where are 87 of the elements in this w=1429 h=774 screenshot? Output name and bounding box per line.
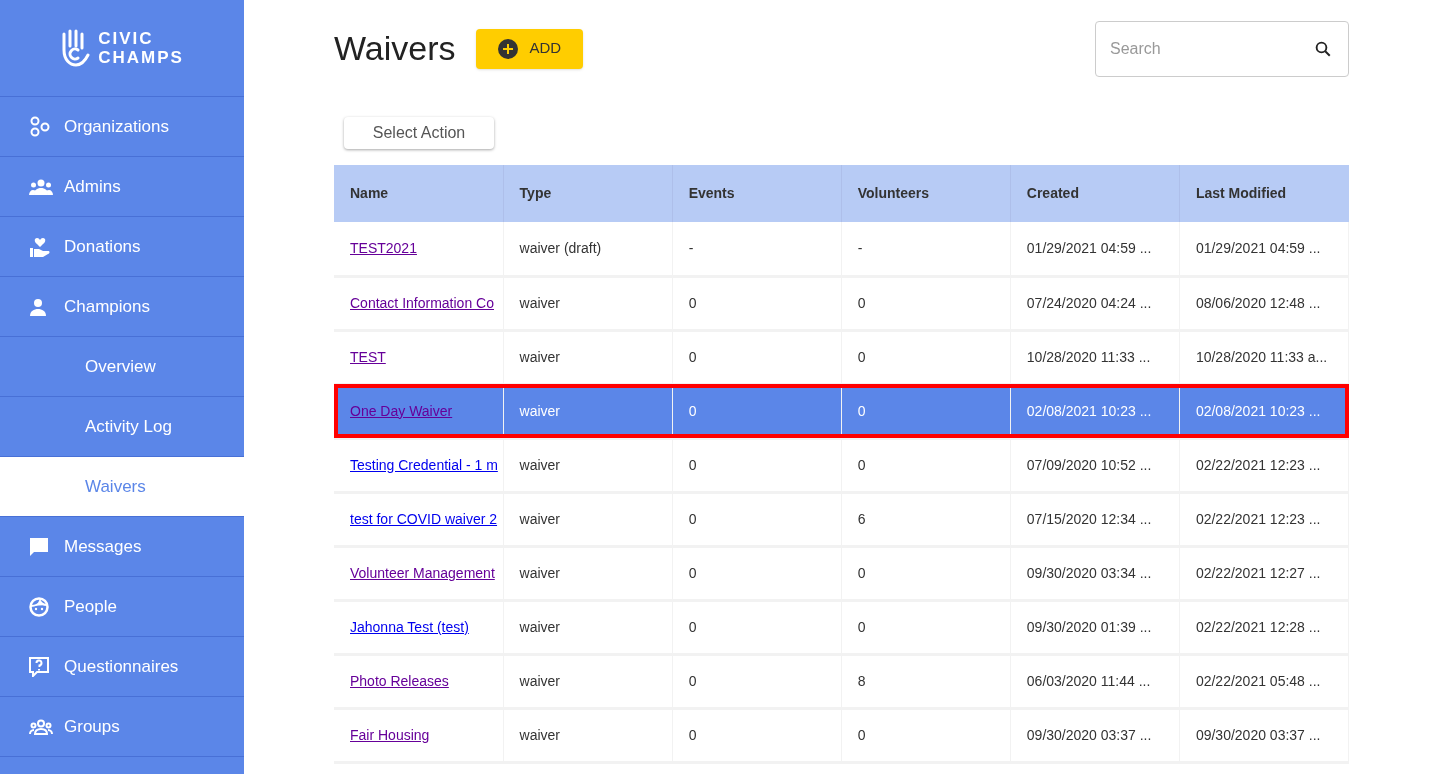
table-cell: 0 [672,600,842,654]
table-cell: 09/30/2020 01:39 ... [1010,600,1180,654]
table-cell: waiver [503,492,673,546]
table-cell: 02/08/2021 10:23 ... [1179,384,1349,438]
heart-hand-icon [29,235,51,258]
table-cell: 0 [841,276,1011,330]
table-cell: - [672,222,842,276]
waiver-link[interactable]: Photo Releases [350,672,449,689]
table-cell: waiver [503,708,673,762]
column-header[interactable]: Last Modified [1179,165,1349,222]
table-cell: waiver [503,384,673,438]
table-cell: 02/22/2021 12:23 ... [1179,438,1349,492]
people-icon [29,718,53,735]
logo-text: CHAMPS [98,48,184,67]
people-icon [29,178,53,195]
table-cell: 07/09/2020 10:52 ... [1010,438,1180,492]
table-cell: waiver (draft) [503,222,673,276]
waiver-link[interactable]: Contact Information Co [350,294,494,311]
table-cell: 0 [841,438,1011,492]
table-cell: 07/24/2020 04:24 ... [1010,276,1180,330]
table-cell: 02/22/2021 12:27 ... [1179,546,1349,600]
table-cell: 09/30/2020 03:37 ... [1010,708,1180,762]
table-cell: 0 [841,708,1011,762]
table-row[interactable]: Volunteer Management waiver 0 0 09/30/2020 03:34 ... 02/22/2021 12:27 ... [334,546,1349,600]
column-header[interactable]: Name [334,165,504,222]
select-action-button[interactable]: Select Action [344,117,494,149]
waiver-link[interactable]: Testing Credential - 1 m [350,456,498,473]
table-cell: 02/22/2021 05:48 ... [1179,654,1349,708]
column-header[interactable]: Type [503,165,673,222]
table-cell: 0 [672,438,842,492]
table-cell: 0 [841,600,1011,654]
table-cell: waiver [503,438,673,492]
table-cell: waiver [503,654,673,708]
table-cell: 01/29/2021 04:59 ... [1179,222,1349,276]
table-cell: 09/30/2020 03:37 ... [1179,708,1349,762]
page-title: Waivers [334,28,456,69]
plus-circle-icon [497,38,518,59]
column-header[interactable]: Events [672,165,842,222]
table-row[interactable]: Testing Credential - 1 m waiver 0 0 07/09/2020 10:52 ... 02/22/2021 12:23 ... [334,438,1349,492]
search-icon [1314,39,1332,58]
table-cell: 8 [841,654,1011,708]
face-icon [29,596,49,617]
table-row[interactable]: Contact Information Co waiver 0 0 07/24/2020 04:24 ... 08/06/2020 12:48 ... [334,276,1349,330]
table-cell: 02/08/2021 10:23 ... [1010,384,1180,438]
table-row[interactable]: Jahonna Test (test) waiver 0 0 09/30/2020 01:39 ... 02/22/2021 12:28 ... [334,600,1349,654]
sidebar-item[interactable]: Waivers [0,457,244,517]
table-cell: 0 [841,546,1011,600]
table-cell: 09/30/2020 03:34 ... [1010,546,1180,600]
table-cell: 07/15/2020 12:34 ... [1010,492,1180,546]
person-icon [29,297,47,316]
search-field[interactable]: Search [1095,20,1349,77]
column-header[interactable]: Volunteers [841,165,1011,222]
table-row[interactable]: Fair Housing waiver 0 0 09/30/2020 03:37 ... 09/30/2020 03:37 ... [334,708,1349,762]
table-cell: 06/03/2020 11:44 ... [1010,654,1180,708]
table-row[interactable]: Photo Releases waiver 0 8 06/03/2020 11:44 ... 02/22/2021 05:48 ... [334,654,1349,708]
table-cell: 6 [841,492,1011,546]
table-row[interactable]: TEST2021 waiver (draft) - - 01/29/2021 04:59 ... 01/29/2021 04:59 ... [334,222,1349,276]
waiver-link[interactable]: test for COVID waiver 2 [350,510,498,527]
circles-icon [29,115,51,138]
table-cell: 0 [841,384,1011,438]
table-cell: waiver [503,600,673,654]
table-cell: 08/06/2020 12:48 ... [1179,276,1349,330]
question-bubble-icon [29,656,49,677]
table-cell: waiver [503,276,673,330]
waiver-link[interactable]: Jahonna Test (test) [350,618,469,635]
waiver-link[interactable]: Volunteer Management [350,564,495,581]
table-cell: - [841,222,1011,276]
table-row[interactable]: TEST waiver 0 0 10/28/2020 11:33 ... 10/28/2020 11:33 a... [334,330,1349,384]
table-cell: waiver [503,546,673,600]
add-button[interactable]: ADD [475,28,584,69]
table-cell: 0 [672,708,842,762]
table-row[interactable]: test for COVID waiver 2 waiver 0 6 07/15/2020 12:34 ... 02/22/2021 12:23 ... [334,492,1349,546]
table-cell: 0 [672,654,842,708]
column-header[interactable]: Created [1010,165,1180,222]
waiver-link[interactable]: TEST [350,348,386,365]
table-cell: 01/29/2021 04:59 ... [1010,222,1180,276]
logo-text: CIVIC [98,29,155,48]
table-cell: 0 [672,492,842,546]
hand-logo-icon [60,28,91,68]
chat-bubble-icon [29,536,49,557]
waiver-link[interactable]: Fair Housing [350,726,430,743]
table-cell: 02/22/2021 12:28 ... [1179,600,1349,654]
table-cell: 0 [672,546,842,600]
table-cell: 0 [672,384,842,438]
table-cell: 0 [672,276,842,330]
waiver-link[interactable]: TEST2021 [350,239,417,256]
table-cell: 02/22/2021 12:23 ... [1179,492,1349,546]
